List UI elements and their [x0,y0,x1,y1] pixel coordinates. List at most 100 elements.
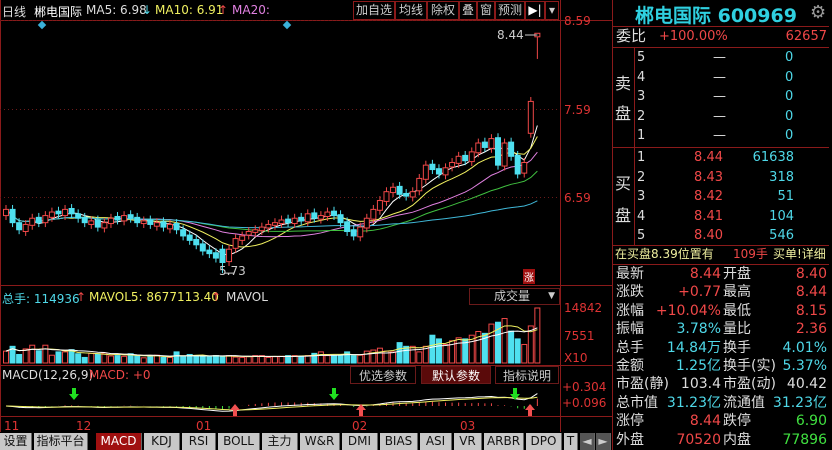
stat-value: 31.23亿 [772,394,827,411]
ma-button[interactable]: 均线 [395,1,427,20]
date-label: 01 [196,419,212,433]
stat-label: 最高 [723,284,751,301]
order-detail-link[interactable]: 买单!详细 [773,245,826,264]
ma20-line [5,151,538,238]
volume-bar [81,356,88,364]
tab-rsi[interactable]: RSI [182,433,216,450]
event-diamond-icon [37,20,47,30]
candle-body [350,229,357,237]
stat-label: 量比 [723,321,751,338]
candle-body [167,223,173,230]
candle-body [435,168,442,175]
volume-bar [114,355,121,364]
candle-body [416,177,423,192]
stat-value: 8.44 [689,266,721,282]
buy-level-row: 4 8.41 104 [613,207,827,226]
ma10-arrow-icon: ↑ [218,3,229,17]
ma20-label: MA20: [232,3,270,17]
tab-bias[interactable]: BIAS [380,433,418,450]
mavol5-label: MAVOL5: 8677113.40 [89,290,219,304]
stat-label: 外盘 [616,431,644,448]
dropdown-icon[interactable]: ▾ [545,1,559,20]
price-axis-label: 7.59 [564,103,591,117]
volume-bar [376,347,383,364]
tab-vr[interactable]: VR [454,433,482,450]
candle-body [88,220,95,225]
candle-body [29,217,36,226]
buy-level-row: 5 8.40 546 [613,226,827,245]
indicator-help-button[interactable]: 指标说明 [495,366,559,384]
stat-row: 涨停 8.44 跌停 6.90 [613,412,827,431]
tab-kdj[interactable]: KDJ [144,433,180,450]
volume-bar [29,344,36,364]
candle-body [134,216,141,224]
tab-arbr[interactable]: ARBR [484,433,524,450]
add-watchlist-button[interactable]: 加自选 [353,1,395,20]
tab-dpo[interactable]: DPO [526,433,562,450]
ex-rights-button[interactable]: 除权 [427,1,459,20]
scroll-right-icon[interactable]: ► [596,433,611,450]
skip-end-icon[interactable]: ▶| [525,1,545,20]
candle-body [140,220,147,225]
buy-volume: 546 [769,228,794,244]
candle-body [127,214,134,219]
tab-indicator-platform[interactable]: 指标平台 [34,433,88,450]
buy-level-row: 1 8.44 61638 [613,148,827,167]
tab-more[interactable]: T [564,433,578,450]
scroll-left-icon[interactable]: ◄ [580,433,595,450]
forecast-button[interactable]: 预测 [495,1,525,20]
sell-signal-arrow-icon [69,388,79,400]
volume-bar [167,356,173,364]
overlay-button[interactable]: 叠 [459,1,477,20]
tab-wr[interactable]: W&R [300,433,340,450]
buy-price: 8.43 [694,169,723,185]
gear-icon[interactable]: ⚙ [810,2,826,23]
volume-bar [390,351,397,364]
volume-axis-label: 7551 [564,329,595,343]
limit-up-badge: 涨 [523,269,535,284]
volume-bar [337,354,344,364]
dea-line [5,396,538,411]
sell-level-row: 2 — 0 [613,107,827,126]
total-volume-label: 总手: 114936 [2,292,80,306]
stat-row: 振幅 3.78% 量比 2.36 [613,320,827,339]
candle-body [252,229,259,233]
volume-bar [245,356,252,364]
candle-body [357,226,364,238]
candle-body [429,163,436,171]
volume-bar [265,356,272,364]
tab-asi[interactable]: ASI [420,433,452,450]
tab-dmi[interactable]: DMI [342,433,378,450]
candle-body [449,161,456,168]
candle-body [147,219,154,225]
level-number: 1 [637,128,646,144]
volume-bar [442,343,449,364]
volume-bar [521,343,528,364]
candle-body [344,221,351,233]
price-axis-label: 8.59 [564,14,591,28]
volume-bar [363,350,370,364]
sell-volume: 0 [785,89,794,105]
indicator-selector[interactable]: 成交量 ▼ [469,288,560,305]
tab-settings[interactable]: 设置 [0,433,32,450]
candle-body [527,100,534,134]
stock-name: 郴电国际 [34,5,83,19]
volume-bar [35,350,42,364]
macd-axis-label: +0.096 [562,396,607,410]
level-number: 2 [637,169,646,185]
tab-main-force[interactable]: 主力 [262,433,298,450]
ma5-line [5,125,538,256]
window-button[interactable]: 窗 [477,1,495,20]
preferred-params-button[interactable]: 优选参数 [350,366,416,384]
period-label: 日线 [2,5,27,19]
buy-price: 8.40 [694,228,723,244]
tab-boll[interactable]: BOLL [218,433,260,450]
quote-title: 郴电国际 600969 [635,5,797,27]
candle-body [101,222,108,229]
volume-bar [508,330,515,364]
tab-macd[interactable]: MACD [96,433,142,450]
candle-body [442,167,449,176]
ma5-label: MA5: 6.98 [86,3,147,17]
candle-body [232,238,239,249]
default-params-button[interactable]: 默认参数 [421,366,491,384]
